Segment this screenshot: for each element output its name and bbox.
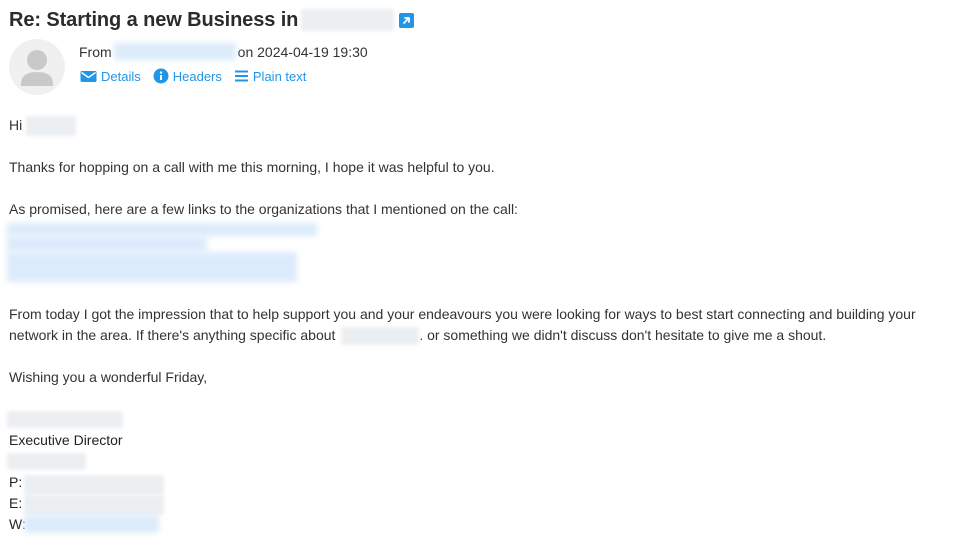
redacted-link-1[interactable]	[7, 223, 317, 236]
plain-text-label: Plain text	[252, 68, 307, 84]
greeting: Hi	[9, 117, 23, 133]
from-row: From on 2024-04-19 19:30	[79, 43, 368, 60]
greeting-line: Hi	[9, 115, 77, 137]
redacted-subject-location	[301, 9, 395, 31]
info-icon	[153, 68, 169, 84]
redacted-link-3[interactable]	[7, 252, 297, 282]
phone-label: P:	[9, 474, 23, 490]
sent-date: on 2024-04-19 19:30	[237, 43, 368, 60]
paragraph-3-line-2-end: . or something we didn't discuss don't h…	[419, 327, 827, 343]
subject-row: Re: Starting a new Business in	[9, 7, 415, 33]
plain-text-button[interactable]: Plain text	[234, 69, 306, 84]
headers-label: Headers	[172, 68, 222, 84]
email-view: Re: Starting a new Business in From on 2…	[0, 0, 963, 549]
email-label: E:	[9, 495, 23, 511]
redacted-organization	[7, 453, 86, 470]
lines-icon	[234, 70, 248, 82]
redacted-phone	[24, 475, 164, 495]
details-button[interactable]: Details	[80, 69, 141, 84]
redacted-email[interactable]	[24, 495, 164, 515]
redacted-website[interactable]	[24, 515, 159, 533]
email-subject: Re: Starting a new Business in	[9, 8, 299, 31]
from-label: From	[79, 43, 112, 60]
paragraph-1: Thanks for hopping on a call with me thi…	[9, 159, 495, 175]
envelope-icon	[80, 70, 97, 82]
paragraph-3-line-2-start: network in the area. If there's anything…	[9, 327, 336, 343]
paragraph-3-line-2: network in the area. If there's anything…	[9, 325, 826, 346]
person-silhouette-icon	[21, 50, 53, 86]
details-label: Details	[101, 68, 141, 84]
open-new-window-icon[interactable]	[399, 12, 415, 28]
paragraph-2: As promised, here are a few links to the…	[9, 201, 518, 217]
paragraph-3-line-1: From today I got the impression that to …	[9, 306, 916, 322]
closing-line: Wishing you a wonderful Friday,	[9, 369, 208, 385]
redacted-sender-address[interactable]	[113, 43, 236, 60]
redacted-signer-name	[7, 411, 123, 428]
header-actions: Details Headers Plain text	[80, 68, 318, 84]
redacted-location	[341, 327, 420, 346]
signature-title: Executive Director	[9, 432, 123, 448]
redacted-link-2[interactable]	[7, 236, 207, 252]
headers-button[interactable]: Headers	[153, 68, 222, 84]
sender-avatar	[9, 39, 65, 95]
redacted-recipient-name	[26, 116, 77, 137]
